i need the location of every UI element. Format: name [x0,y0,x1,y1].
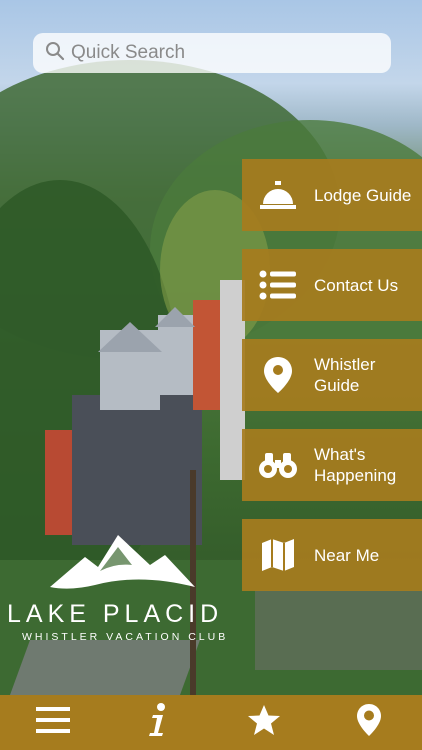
list-icon [242,268,314,302]
tab-info[interactable] [106,695,212,750]
hamburger-menu-icon [35,706,70,739]
map-pin-icon [242,355,314,395]
search-icon [45,41,65,66]
map-icon [242,538,314,572]
service-bell-icon [242,178,314,212]
menu-contact-us[interactable]: Contact Us [242,249,422,321]
menu-whats-happening[interactable]: What's Happening [242,429,422,501]
logo-subtitle: WHISTLER VACATION CLUB [22,631,229,643]
bottom-tab-bar [0,695,422,750]
search-input[interactable] [71,42,371,64]
info-icon [148,703,168,742]
menu-near-me[interactable]: Near Me [242,519,422,591]
search-bar[interactable] [33,33,391,73]
tab-location[interactable] [317,695,422,750]
star-icon [247,704,281,741]
menu-label: Contact Us [314,275,399,295]
logo-name: LAKE PLACID [7,600,224,628]
binoculars-icon [242,450,314,480]
tab-menu[interactable] [0,695,106,750]
location-pin-icon [356,703,382,742]
menu-lodge-guide[interactable]: Lodge Guide [242,159,422,231]
menu-label: What's Happening [314,445,397,485]
menu-label: Whistler Guide [314,355,376,395]
tab-favorites[interactable] [211,695,317,750]
menu-whistler-guide[interactable]: Whistler Guide [242,339,422,411]
menu-label: Lodge Guide [314,185,412,205]
menu-label: Near Me [314,545,380,565]
